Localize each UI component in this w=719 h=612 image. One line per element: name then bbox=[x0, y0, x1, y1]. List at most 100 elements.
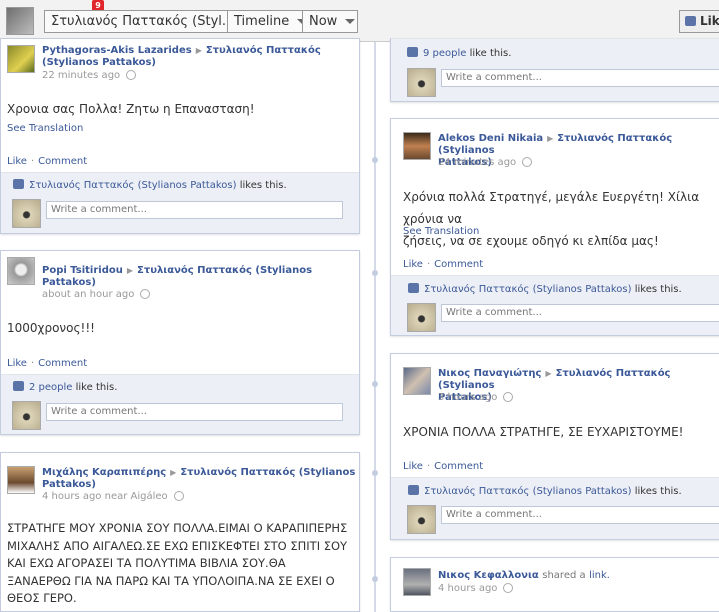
comment-link[interactable]: Comment bbox=[38, 156, 87, 167]
like-link[interactable]: Like bbox=[7, 156, 27, 167]
arrow-right-icon: ▶ bbox=[170, 468, 177, 477]
like-page-label: Lik bbox=[700, 14, 719, 28]
comment-input[interactable]: Write a comment... bbox=[46, 201, 343, 219]
target-link[interactable]: Στυλιανός Παττακός bbox=[206, 45, 321, 56]
author-link[interactable]: Popi Tsitiridou bbox=[42, 265, 123, 276]
globe-icon bbox=[503, 583, 514, 593]
likes-summary: Στυλιανός Παττακός (Stylianos Pattakos) … bbox=[408, 283, 682, 295]
timeline-post: Alekos Deni Nikaia ▶ Στυλιανός Παττακός (S… bbox=[390, 118, 719, 336]
thumbs-up-icon bbox=[408, 283, 419, 293]
author-avatar[interactable] bbox=[7, 45, 35, 73]
timestamp-text: 22 minutes ago bbox=[42, 70, 121, 81]
likes-summary: 2 people like this. bbox=[13, 381, 117, 393]
target-link-cont[interactable]: Pattakos) bbox=[42, 277, 96, 288]
like-page-button[interactable]: Lik bbox=[679, 10, 719, 33]
author-link[interactable]: Alekos Deni Nikaia bbox=[438, 133, 543, 144]
likers-link[interactable]: Στυλιανός Παττακός (Stylianos Pattakos) bbox=[424, 284, 632, 295]
spine-marker bbox=[372, 470, 378, 476]
author-link[interactable]: Pythagoras-Akis Lazarides bbox=[42, 45, 192, 56]
arrow-right-icon: ▶ bbox=[126, 266, 134, 275]
globe-icon bbox=[503, 392, 514, 402]
message-line: ΘΕΟΣ ΓΕΡΟ. bbox=[7, 591, 77, 605]
post-timestamp[interactable]: 3 hours ago bbox=[438, 392, 514, 403]
timestamp-text: 4 hours ago near Aigáleo bbox=[42, 491, 168, 502]
globe-icon bbox=[140, 289, 151, 299]
arrow-right-icon: ▶ bbox=[195, 46, 202, 55]
spine-marker bbox=[372, 157, 378, 163]
thumbs-up-icon bbox=[408, 485, 419, 495]
timeline-dropdown[interactable]: Timeline bbox=[227, 10, 303, 33]
comment-input[interactable]: Write a comment... bbox=[441, 69, 719, 87]
likers-link[interactable]: Στυλιανός Παττακός (Stylianos Pattakos) bbox=[424, 486, 632, 497]
message-line: Χρόνια πολλά Στρατηγέ, μεγάλε Ευεργέτη! … bbox=[403, 190, 700, 226]
post-timestamp[interactable]: 22 minutes ago bbox=[42, 70, 137, 81]
timeline-post: 9 people like this. Write a comment... bbox=[390, 38, 719, 102]
post-header: Νικος Κεφαλλονια shared a link. bbox=[438, 570, 610, 582]
target-link-cont[interactable]: (Stylianos Pattakos) bbox=[42, 57, 156, 68]
comment-link[interactable]: Comment bbox=[38, 358, 87, 369]
comment-input[interactable]: Write a comment... bbox=[441, 506, 719, 524]
feedback-box: Στυλιανός Παττακός (Stylianos Pattakos) … bbox=[391, 275, 719, 335]
likes-summary: Στυλιανός Παττακός (Stylianos Pattakos) … bbox=[408, 485, 682, 497]
message-line: ΚΑΙ ΕΧΩ ΑΓΟΡΑΣΕΙ ΤΑ ΠΟΛΥΤΙΜΑ ΒΙΒΛΙΑ ΣΟΥ.… bbox=[7, 556, 286, 570]
post-header: Pythagoras-Akis Lazarides ▶ Στυλιανός Παττ… bbox=[42, 45, 321, 69]
likers-link[interactable]: Στυλιανός Παττακός (Stylianos Pattakos) bbox=[29, 180, 237, 191]
commenter-avatar bbox=[12, 199, 41, 228]
thumbs-up-icon bbox=[13, 381, 24, 391]
likes-text: likes this. bbox=[634, 284, 682, 295]
shared-link[interactable]: link. bbox=[589, 570, 610, 581]
post-timestamp[interactable]: 4 hours ago bbox=[438, 583, 514, 594]
profile-name-button[interactable]: Στυλιανός Παττακός (Styl... bbox=[44, 10, 228, 33]
thumbs-up-icon bbox=[407, 47, 418, 57]
author-avatar[interactable] bbox=[403, 568, 431, 596]
profile-avatar[interactable] bbox=[6, 7, 34, 35]
post-timestamp[interactable]: 24 minutes ago bbox=[438, 157, 533, 168]
feedback-box: Στυλιανός Παττακός (Stylianos Pattakos) … bbox=[391, 477, 719, 539]
spine-marker bbox=[372, 576, 378, 582]
globe-icon bbox=[522, 157, 533, 167]
now-dropdown[interactable]: Now bbox=[302, 10, 358, 33]
author-avatar[interactable] bbox=[7, 257, 35, 285]
like-link[interactable]: Like bbox=[403, 259, 423, 270]
post-actions: Like · Comment bbox=[403, 461, 484, 472]
author-avatar[interactable] bbox=[403, 367, 431, 395]
post-timestamp[interactable]: 4 hours ago near Aigáleo bbox=[42, 491, 184, 502]
author-link[interactable]: Νικος Παναγιώτης bbox=[438, 368, 541, 379]
globe-icon bbox=[173, 491, 184, 501]
commenter-avatar bbox=[12, 401, 41, 430]
message-line: ΞΑΝΑΕΡΘΩ ΓΙΑ ΝΑ ΠΑΡΩ ΚΑΙ ΤΑ ΥΠΟΛΟΙΠΑ.ΝΑ … bbox=[7, 573, 335, 588]
shared-text: shared a bbox=[542, 570, 586, 581]
see-translation-link[interactable]: See Translation bbox=[403, 226, 479, 237]
post-header: Μιχάλης Καραπιπέρης ▶ Στυλιανός Παττακός (… bbox=[42, 467, 355, 491]
spine-marker bbox=[372, 381, 378, 387]
timeline-label: Timeline bbox=[234, 14, 290, 29]
likers-link[interactable]: 2 people bbox=[29, 382, 72, 393]
see-translation-link[interactable]: See Translation bbox=[7, 123, 83, 134]
like-link[interactable]: Like bbox=[7, 358, 27, 369]
target-link-cont[interactable]: Pattakos) bbox=[42, 479, 96, 490]
spine-marker bbox=[372, 270, 378, 276]
timeline-post: Νικος Κεφαλλονια shared a link. 4 hours … bbox=[390, 557, 719, 612]
post-message: Χρονια σας Πολλα! Ζητω η Επανασταση! bbox=[7, 102, 255, 116]
timeline-post: Popi Tsitiridou ▶ Στυλιανός Παττακός (Styl… bbox=[0, 250, 360, 435]
target-link[interactable]: Στυλιανός Παττακός (Stylianos bbox=[137, 265, 312, 276]
feedback-box: 9 people like this. Write a comment... bbox=[391, 38, 719, 101]
now-label: Now bbox=[309, 14, 338, 29]
timeline-post: Pythagoras-Akis Lazarides ▶ Στυλιανός Παττ… bbox=[0, 38, 360, 234]
chevron-down-icon bbox=[345, 19, 356, 24]
target-link[interactable]: Στυλιανός Παττακός (Stylianos bbox=[180, 467, 355, 478]
comment-link[interactable]: Comment bbox=[434, 259, 483, 270]
author-avatar[interactable] bbox=[403, 132, 431, 160]
author-link[interactable]: Νικος Κεφαλλονια bbox=[438, 570, 539, 581]
commenter-avatar bbox=[407, 303, 436, 332]
timestamp-text: 24 minutes ago bbox=[438, 157, 517, 168]
comment-input[interactable]: Write a comment... bbox=[46, 403, 343, 421]
author-avatar[interactable] bbox=[7, 466, 35, 494]
post-timestamp[interactable]: about an hour ago bbox=[42, 289, 151, 300]
likers-link[interactable]: 9 people bbox=[423, 48, 466, 59]
comment-link[interactable]: Comment bbox=[434, 461, 483, 472]
author-link[interactable]: Μιχάλης Καραπιπέρης bbox=[42, 467, 166, 478]
comment-input[interactable]: Write a comment... bbox=[441, 304, 719, 322]
arrow-right-icon: ▶ bbox=[547, 134, 554, 143]
like-link[interactable]: Like bbox=[403, 461, 423, 472]
